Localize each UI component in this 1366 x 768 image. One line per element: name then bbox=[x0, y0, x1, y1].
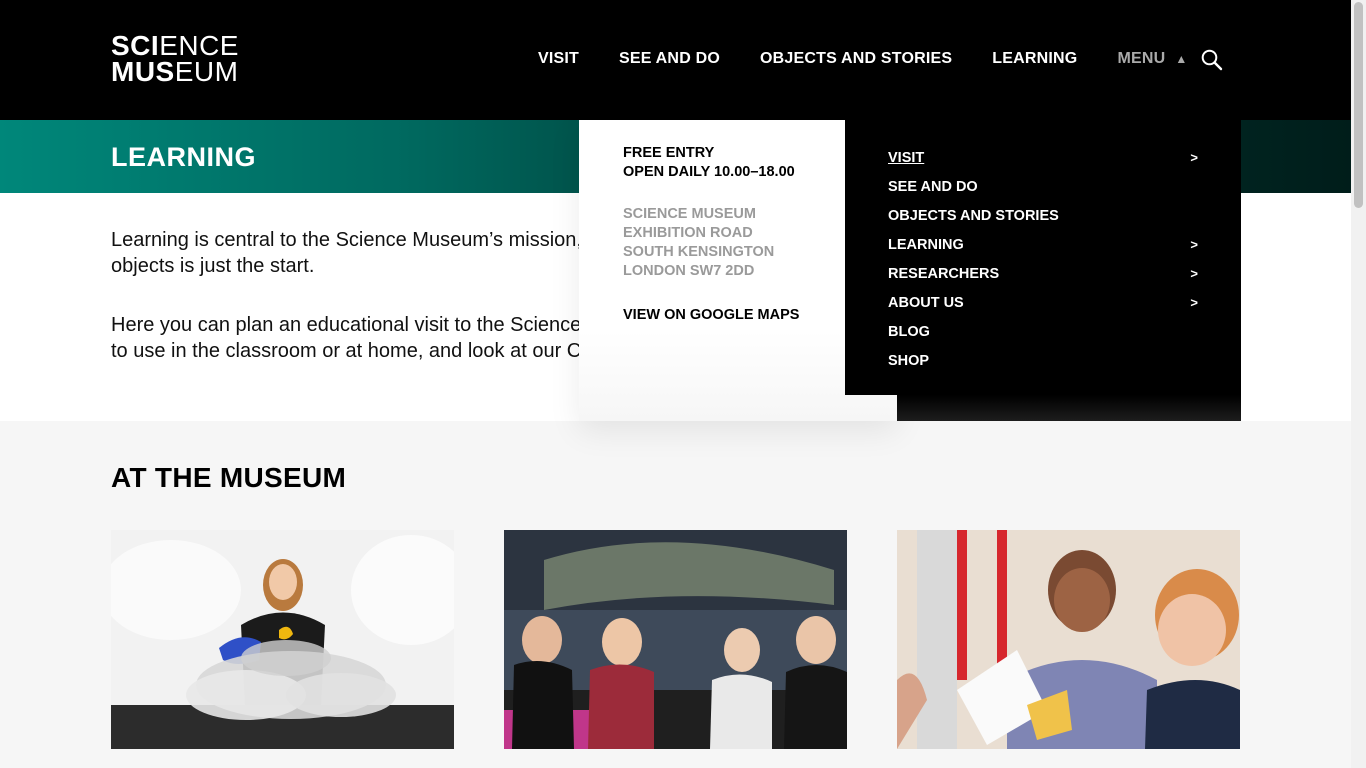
menu-item-label: OBJECTS AND STORIES bbox=[888, 207, 1059, 224]
menu-item-label: ABOUT US bbox=[888, 294, 964, 311]
address-line: EXHIBITION ROAD bbox=[623, 225, 753, 241]
museum-address: SCIENCE MUSEUM EXHIBITION ROAD SOUTH KEN… bbox=[623, 205, 774, 281]
menu-item-learning[interactable]: LEARNING > bbox=[888, 230, 1198, 259]
search-icon[interactable] bbox=[1201, 49, 1223, 71]
chevron-right-icon: > bbox=[1190, 266, 1198, 281]
nav-learning[interactable]: LEARNING bbox=[992, 50, 1077, 68]
caret-up-icon: ▲ bbox=[1175, 52, 1188, 66]
menu-item-researchers[interactable]: RESEARCHERS > bbox=[888, 259, 1198, 288]
menu-item-shop[interactable]: SHOP bbox=[888, 346, 1198, 375]
nav-visit[interactable]: VISIT bbox=[538, 50, 579, 68]
card-image-students-reading[interactable] bbox=[897, 530, 1240, 749]
section-title: AT THE MUSEUM bbox=[111, 462, 347, 493]
chevron-right-icon: > bbox=[1190, 237, 1198, 252]
site-header: SCIENCE MUSEUM VISIT SEE AND DO OBJECTS … bbox=[0, 0, 1351, 120]
nav-objects-and-stories[interactable]: OBJECTS AND STORIES bbox=[760, 50, 952, 68]
page-scrollbar[interactable] bbox=[1351, 0, 1366, 768]
google-maps-link[interactable]: VIEW ON GOOGLE MAPS bbox=[623, 307, 799, 323]
nav-see-and-do[interactable]: SEE AND DO bbox=[619, 50, 720, 68]
card-image-students-looking-up[interactable] bbox=[504, 530, 847, 749]
main-nav: VISIT SEE AND DO OBJECTS AND STORIES LEA… bbox=[538, 50, 1227, 68]
menu-item-label: LEARNING bbox=[888, 236, 964, 253]
logo-text: MUS bbox=[111, 56, 175, 87]
menu-item-blog[interactable]: BLOG bbox=[888, 317, 1198, 346]
menu-item-about-us[interactable]: ABOUT US > bbox=[888, 288, 1198, 317]
chevron-right-icon: > bbox=[1190, 150, 1198, 165]
free-entry-text: FREE ENTRY bbox=[623, 145, 715, 161]
menu-item-label: SHOP bbox=[888, 352, 930, 369]
address-line: SCIENCE MUSEUM bbox=[623, 206, 756, 222]
menu-toggle-button[interactable]: MENU ▲ bbox=[1117, 50, 1187, 68]
menu-item-label: BLOG bbox=[888, 323, 930, 340]
logo-text: EUM bbox=[174, 56, 239, 87]
scrollbar-thumb[interactable] bbox=[1354, 2, 1363, 208]
menu-item-objects-and-stories[interactable]: OBJECTS AND STORIES bbox=[888, 201, 1198, 230]
menu-item-visit[interactable]: VISIT > bbox=[888, 143, 1198, 172]
menu-label: MENU bbox=[1117, 50, 1166, 67]
menu-item-label: RESEARCHERS bbox=[888, 265, 1000, 282]
science-museum-logo[interactable]: SCIENCE MUSEUM bbox=[111, 32, 239, 87]
menu-item-label: VISIT bbox=[888, 149, 925, 166]
card-image-dry-ice-demo[interactable] bbox=[111, 530, 454, 749]
menu-item-label: SEE AND DO bbox=[888, 178, 978, 195]
opening-times-text: OPEN DAILY 10.00–18.00 bbox=[623, 164, 795, 180]
address-line: LONDON SW7 2DD bbox=[623, 263, 755, 279]
dropdown-menu-fade bbox=[897, 395, 1241, 421]
dropdown-menu: VISIT > SEE AND DO OBJECTS AND STORIES LE… bbox=[845, 120, 1241, 395]
opening-hours: FREE ENTRY OPEN DAILY 10.00–18.00 bbox=[623, 144, 795, 182]
menu-item-see-and-do[interactable]: SEE AND DO bbox=[888, 172, 1198, 201]
page-title: LEARNING bbox=[111, 142, 256, 172]
chevron-right-icon: > bbox=[1190, 295, 1198, 310]
address-line: SOUTH KENSINGTON bbox=[623, 244, 775, 260]
